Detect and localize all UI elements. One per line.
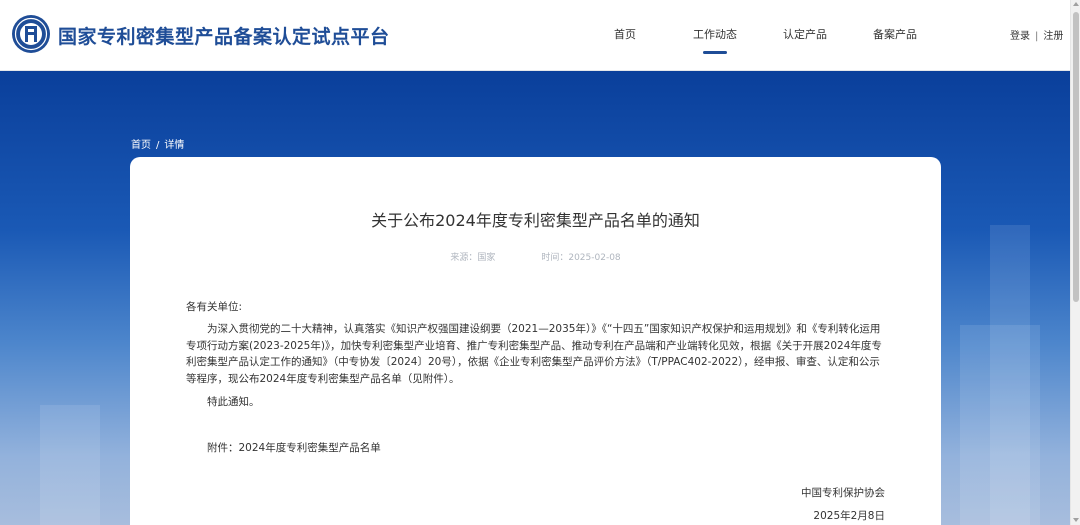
article-signer: 中国专利保护协会: [801, 487, 885, 499]
nav-item-home[interactable]: 首页: [614, 26, 636, 42]
article-salutation: 各有关单位:: [186, 301, 243, 313]
article-notice: 特此通知。: [207, 396, 260, 408]
scroll-up-icon[interactable]: [1073, 2, 1079, 6]
article-source: 来源：国家: [450, 253, 496, 263]
login-link[interactable]: 登录: [1010, 31, 1030, 42]
site-header: 国家专利密集型产品备案认定试点平台 首页 工作动态 认定产品 备案产品 登录 | 注…: [0, 0, 1070, 71]
auth-separator: |: [1035, 31, 1039, 42]
attachment-link[interactable]: 附件：2024年度专利密集型产品名单: [207, 440, 381, 455]
page-scrollbar[interactable]: [1070, 0, 1080, 525]
article-date: 时间：2025-02-08: [541, 253, 621, 263]
banner-decoration: [40, 405, 100, 525]
scroll-down-icon[interactable]: [1073, 518, 1079, 522]
auth-links: 登录 | 注册: [1010, 27, 1063, 42]
nav-item-filed-products[interactable]: 备案产品: [873, 26, 917, 42]
emblem-icon[interactable]: [11, 14, 51, 54]
banner-decoration: [990, 225, 1030, 525]
breadcrumb-home[interactable]: 首页: [131, 140, 151, 151]
article-meta: 来源：国家 时间：2025-02-08: [130, 250, 941, 263]
breadcrumb: 首页 / 详情: [131, 136, 184, 151]
site-title[interactable]: 国家专利密集型产品备案认定试点平台: [58, 22, 390, 49]
nav-item-certified-products[interactable]: 认定产品: [783, 26, 827, 42]
scroll-thumb[interactable]: [1073, 12, 1079, 302]
active-nav-indicator: [703, 51, 727, 54]
article-card: 关于公布2024年度专利密集型产品名单的通知 来源：国家 时间：2025-02-0…: [130, 157, 941, 525]
article-sign-date: 2025年2月8日: [813, 510, 885, 522]
register-link[interactable]: 注册: [1043, 31, 1063, 42]
breadcrumb-separator: /: [156, 140, 160, 151]
nav-item-work-news[interactable]: 工作动态: [693, 26, 737, 42]
article-title: 关于公布2024年度专利密集型产品名单的通知: [371, 211, 700, 230]
article-paragraph: 为深入贯彻党的二十大精神，认真落实《知识产权强国建设纲要（2021—2035年）…: [186, 323, 882, 385]
breadcrumb-current: 详情: [164, 140, 185, 151]
